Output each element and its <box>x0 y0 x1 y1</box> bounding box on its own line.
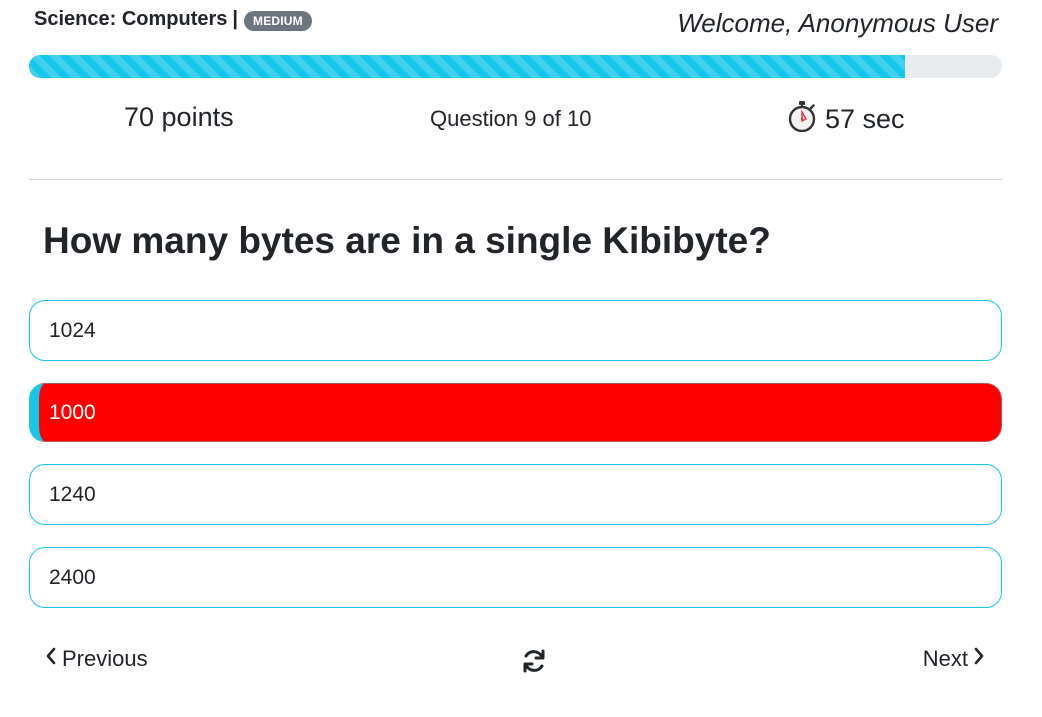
category-title: Science: Computers | MEDIUM <box>34 8 312 31</box>
category-label: Science: Computers <box>34 8 228 30</box>
chevron-left-icon <box>44 646 58 672</box>
previous-label: Previous <box>62 646 148 671</box>
progress-bar <box>29 55 1002 78</box>
answer-option-2[interactable]: 1000 <box>29 383 1002 442</box>
difficulty-badge: MEDIUM <box>244 10 312 31</box>
answer-label: 1240 <box>49 482 96 506</box>
answer-option-3[interactable]: 1240 <box>29 464 1002 525</box>
answer-label: 2400 <box>49 565 96 589</box>
quiz-page: Science: Computers | MEDIUM Welcome, Ano… <box>0 0 1042 717</box>
welcome-text: Welcome, Anonymous User <box>677 8 998 38</box>
timer: 57 sec <box>787 100 905 139</box>
question-counter: Question 9 of 10 <box>430 106 592 131</box>
divider <box>29 179 1002 180</box>
refresh-icon <box>521 649 547 678</box>
answer-option-4[interactable]: 2400 <box>29 547 1002 608</box>
points-display: 70 points <box>124 102 234 132</box>
chevron-right-icon <box>972 646 986 672</box>
answer-list: 1024 1000 1240 2400 <box>29 300 1002 630</box>
header: Science: Computers | MEDIUM Welcome, Ano… <box>34 0 998 44</box>
stats-row: 70 points Question 9 of 10 57 sec <box>29 96 1002 142</box>
next-label: Next <box>922 646 968 671</box>
refresh-button[interactable] <box>521 648 547 674</box>
next-button[interactable]: Next <box>923 646 986 672</box>
title-separator: | <box>232 8 238 30</box>
stopwatch-icon <box>787 100 817 139</box>
question-text: How many bytes are in a single Kibibyte? <box>43 220 771 261</box>
answer-label: 1024 <box>49 318 96 342</box>
timer-label: 57 sec <box>825 104 905 134</box>
previous-button[interactable]: Previous <box>44 646 148 672</box>
answer-label: 1000 <box>49 400 96 424</box>
answer-option-1[interactable]: 1024 <box>29 300 1002 361</box>
progress-fill <box>29 55 905 78</box>
